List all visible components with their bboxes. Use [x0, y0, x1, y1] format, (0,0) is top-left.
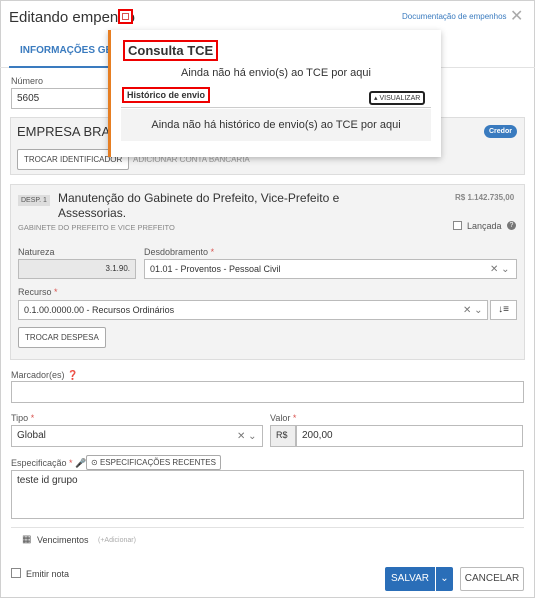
- recurso-label: Recurso *: [18, 287, 58, 297]
- popup-divider: [121, 107, 431, 108]
- help-icon: ?: [507, 221, 516, 230]
- sort-icon[interactable]: ↓≡: [490, 300, 517, 320]
- consulta-tce-popup: Consulta TCE Ainda não há envio(s) ao TC…: [108, 30, 441, 157]
- natureza-field: 3.1.90.: [18, 259, 136, 279]
- adicionar-vencimento-link[interactable]: (+Adicionar): [98, 537, 136, 544]
- lancada-checkbox[interactable]: [453, 221, 462, 230]
- despesa-amount: R$ 1.142.735,00: [455, 193, 515, 202]
- tipo-label: Tipo *: [11, 413, 35, 423]
- close-icon[interactable]: ✕: [510, 6, 523, 26]
- especificacao-label: Especificação * 🎤: [11, 458, 87, 468]
- chevron-down-icon[interactable]: ✕ ⌄: [463, 305, 483, 316]
- especificacoes-recentes-button[interactable]: ⊙ ESPECIFICAÇÕES RECENTES: [86, 455, 221, 470]
- valor-label: Valor *: [270, 413, 297, 423]
- despesa-subtitle: GABINETE DO PREFEITO E VICE PREFEITO: [18, 223, 175, 232]
- chevron-down-icon[interactable]: ✕ ⌄: [490, 264, 510, 275]
- modal-title: Editando empenho: [9, 9, 135, 26]
- despesa-tag: DESP. 1: [18, 195, 50, 206]
- empresa-name: EMPRESA BRASI: [17, 124, 123, 139]
- vencimentos-label: Vencimentos: [37, 535, 89, 545]
- valor-currency: R$: [270, 425, 296, 447]
- valor-input[interactable]: 200,00: [296, 425, 523, 447]
- visualizar-button[interactable]: ▴ VISUALIZAR: [369, 91, 426, 105]
- tab-informacoes-gerais[interactable]: INFORMAÇÕES GER: [20, 45, 119, 56]
- empty-historico-text: Ainda não há histórico de envio(s) ao TC…: [151, 119, 401, 131]
- popup-title: Consulta TCE: [123, 40, 219, 61]
- credor-badge: Credor: [484, 125, 517, 138]
- despesa-title: Manutenção do Gabinete do Prefeito, Vice…: [58, 191, 340, 220]
- empty-envio-text: Ainda não há envio(s) ao TCE por aqui: [181, 67, 371, 79]
- marcadores-input[interactable]: [11, 381, 524, 403]
- active-tab-indicator: [9, 66, 109, 68]
- numero-label: Número: [11, 76, 44, 86]
- natureza-label: Natureza: [18, 247, 55, 257]
- lancada-label: Lançada: [467, 221, 502, 231]
- chevron-down-icon[interactable]: ✕ ⌄: [237, 431, 257, 442]
- cancelar-button[interactable]: CANCELAR: [460, 567, 524, 591]
- desdobramento-select[interactable]: 01.01 - Proventos - Pessoal Civil: [144, 259, 517, 279]
- chevron-down-icon[interactable]: ⌄: [436, 567, 453, 591]
- salvar-button[interactable]: SALVAR: [385, 567, 435, 591]
- emitir-nota-label: Emitir nota: [26, 569, 70, 579]
- numero-input[interactable]: 5605: [11, 88, 111, 109]
- calendar-icon: ▦: [22, 534, 32, 545]
- divider: [11, 527, 524, 528]
- recurso-select[interactable]: 0.1.00.0000.00 - Recursos Ordinários: [18, 300, 488, 320]
- tipo-select[interactable]: Global: [11, 425, 263, 447]
- historico-label: Histórico de envio: [122, 87, 211, 103]
- especificacao-textarea[interactable]: teste id grupo: [11, 470, 524, 519]
- documentation-link[interactable]: Documentação de empenhos: [402, 12, 507, 21]
- desdobramento-label: Desdobramento *: [144, 247, 215, 257]
- trocar-despesa-button[interactable]: TROCAR DESPESA: [18, 327, 106, 348]
- tce-consulta-icon[interactable]: [118, 9, 133, 24]
- marcadores-label: Marcador(es) ❓: [11, 370, 79, 380]
- emitir-nota-checkbox[interactable]: [11, 568, 21, 578]
